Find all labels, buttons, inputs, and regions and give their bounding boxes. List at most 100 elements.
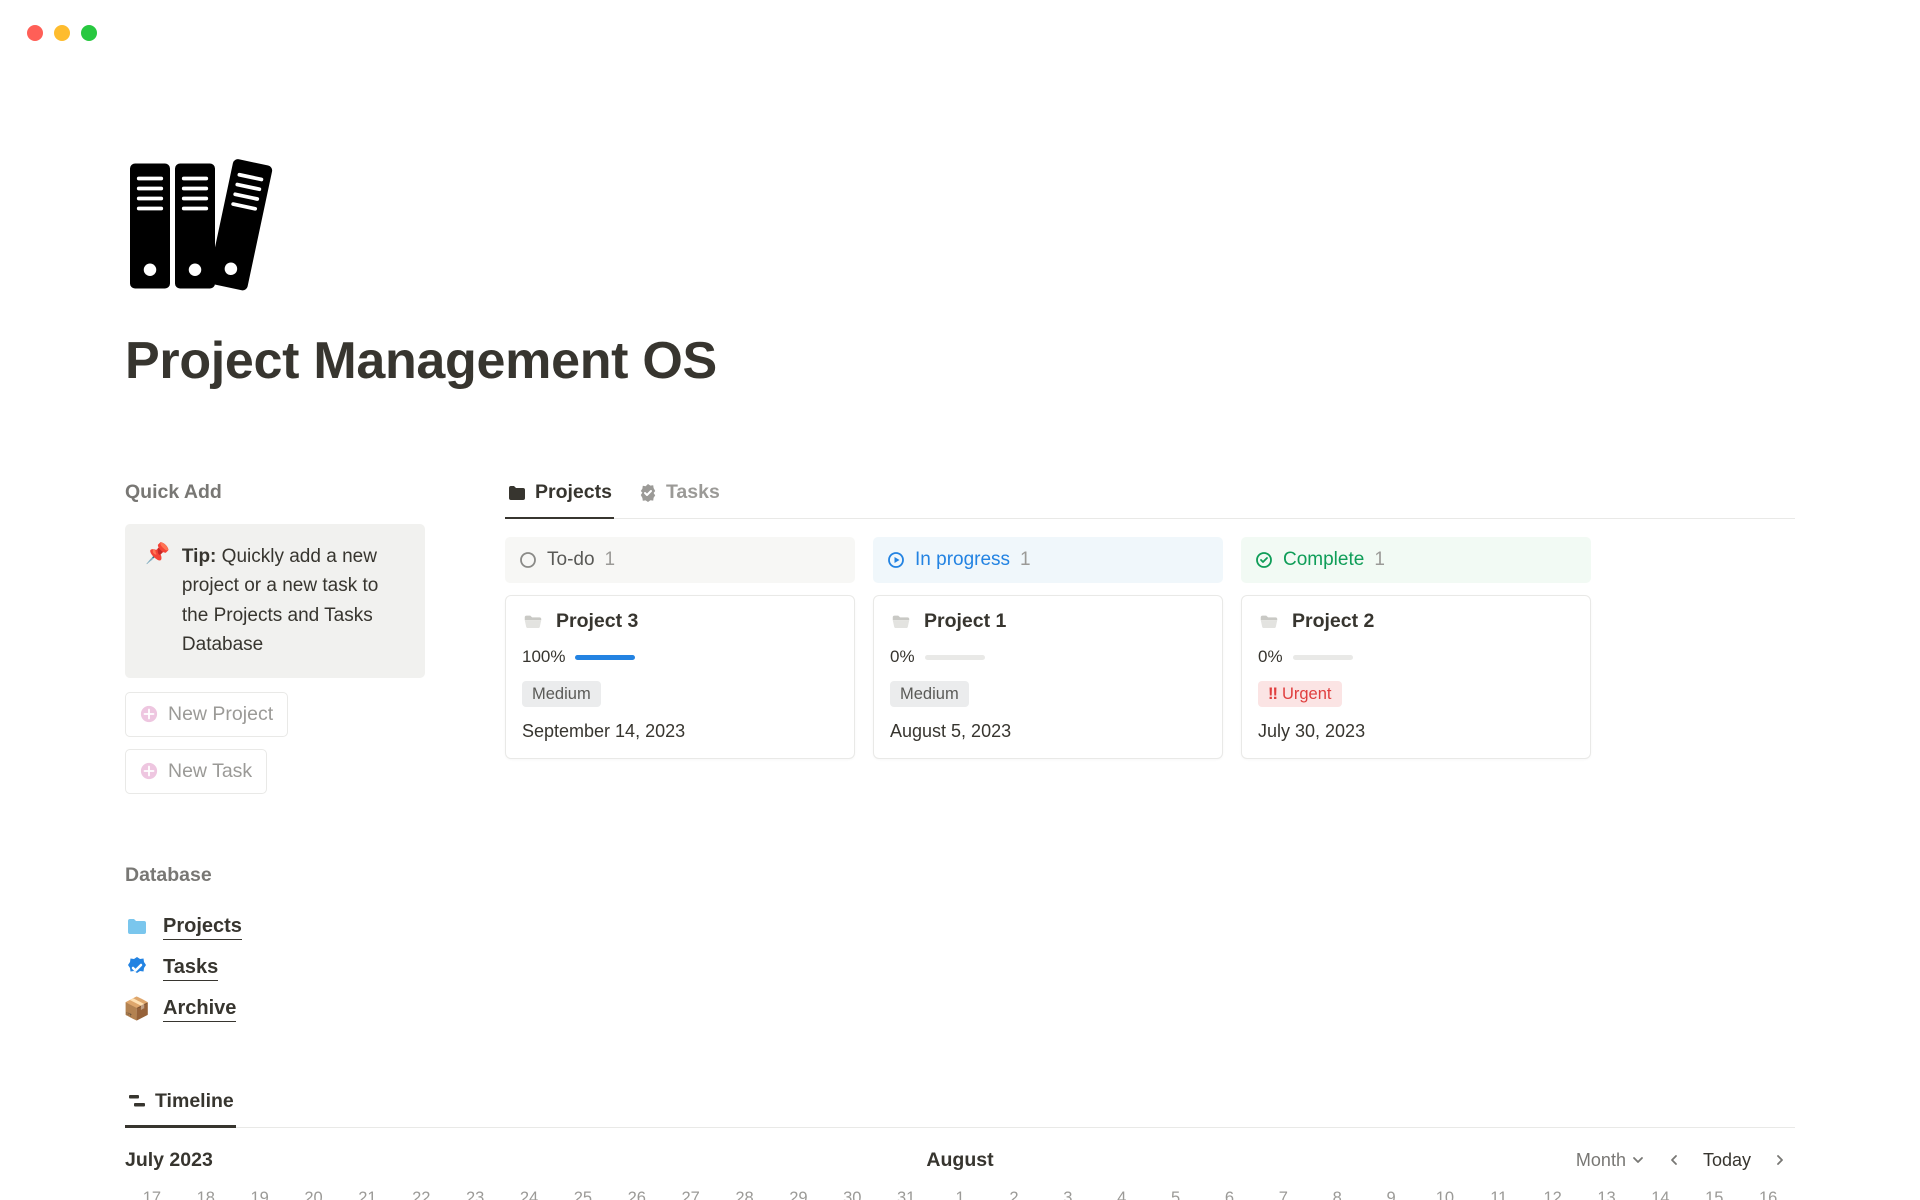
window-controls bbox=[0, 0, 1920, 41]
column-todo-label: To-do bbox=[547, 549, 595, 571]
database-link-archive[interactable]: 📦 Archive bbox=[125, 989, 425, 1030]
close-window-icon[interactable] bbox=[27, 25, 43, 41]
timeline-day[interactable]: 20 bbox=[287, 1189, 341, 1200]
timeline-day[interactable]: 21 bbox=[341, 1189, 395, 1200]
folder-solid-icon bbox=[507, 483, 527, 503]
chevron-right-icon bbox=[1773, 1153, 1787, 1167]
progress-bar bbox=[1293, 655, 1353, 660]
tip-text: Tip: Quickly add a new project or a new … bbox=[182, 542, 405, 660]
card-title: Project 2 bbox=[1292, 610, 1374, 633]
timeline-day[interactable]: 17 bbox=[125, 1189, 179, 1200]
timeline-day[interactable]: 9 bbox=[1364, 1189, 1418, 1200]
timeline-today-button[interactable]: Today bbox=[1695, 1146, 1759, 1175]
card-progress: 100% bbox=[522, 647, 838, 667]
progress-bar bbox=[925, 655, 985, 660]
tab-timeline[interactable]: Timeline bbox=[125, 1090, 236, 1127]
timeline-day[interactable]: 29 bbox=[772, 1189, 826, 1200]
folder-open-icon bbox=[890, 611, 912, 633]
main-content: Projects Tasks To-do 1 bbox=[505, 481, 1795, 1030]
timeline-header: July 2023 August Month Today bbox=[125, 1146, 1795, 1175]
card-project-1[interactable]: Project 1 0% Medium August 5, 2023 bbox=[873, 595, 1223, 759]
timeline-section: Timeline July 2023 August Month Today bbox=[125, 1090, 1795, 1200]
column-in-progress: In progress 1 Project 1 0% Medium bbox=[873, 537, 1223, 759]
play-circle-icon bbox=[887, 551, 905, 569]
timeline-view-label: Month bbox=[1576, 1150, 1626, 1171]
plus-circle-icon bbox=[140, 705, 158, 723]
timeline-day[interactable]: 22 bbox=[394, 1189, 448, 1200]
database-tasks-label: Tasks bbox=[163, 956, 218, 981]
card-date: August 5, 2023 bbox=[890, 721, 1206, 742]
timeline-day[interactable]: 3 bbox=[1041, 1189, 1095, 1200]
quick-add-heading: Quick Add bbox=[125, 481, 425, 504]
pushpin-icon: 📌 bbox=[145, 542, 170, 566]
database-heading: Database bbox=[125, 864, 425, 887]
timeline-day[interactable]: 1 bbox=[933, 1189, 987, 1200]
column-todo-count: 1 bbox=[605, 549, 616, 571]
check-badge-grey-icon bbox=[638, 483, 658, 503]
card-date: September 14, 2023 bbox=[522, 721, 838, 742]
timeline-next-button[interactable] bbox=[1765, 1149, 1795, 1171]
timeline-day[interactable]: 18 bbox=[179, 1189, 233, 1200]
timeline-day[interactable]: 28 bbox=[718, 1189, 772, 1200]
plus-circle-icon bbox=[140, 762, 158, 780]
timeline-day[interactable]: 27 bbox=[664, 1189, 718, 1200]
timeline-day[interactable]: 26 bbox=[610, 1189, 664, 1200]
card-progress: 0% bbox=[890, 647, 1206, 667]
card-project-3[interactable]: Project 3 100% Medium September 14, 2023 bbox=[505, 595, 855, 759]
chevron-down-icon bbox=[1631, 1153, 1645, 1167]
timeline-day[interactable]: 24 bbox=[502, 1189, 556, 1200]
page-icon-binders[interactable] bbox=[125, 151, 1795, 306]
timeline-day[interactable]: 15 bbox=[1687, 1189, 1741, 1200]
timeline-prev-button[interactable] bbox=[1659, 1149, 1689, 1171]
tab-timeline-label: Timeline bbox=[155, 1090, 234, 1113]
timeline-day[interactable]: 23 bbox=[448, 1189, 502, 1200]
board-tabs: Projects Tasks bbox=[505, 481, 1795, 519]
folder-open-icon bbox=[1258, 611, 1280, 633]
database-link-projects[interactable]: Projects bbox=[125, 907, 425, 948]
timeline-day[interactable]: 11 bbox=[1472, 1189, 1526, 1200]
kanban-board: To-do 1 Project 3 100% Medium Se bbox=[505, 537, 1795, 759]
timeline-day[interactable]: 30 bbox=[825, 1189, 879, 1200]
database-link-tasks[interactable]: Tasks bbox=[125, 948, 425, 989]
timeline-day[interactable]: 7 bbox=[1256, 1189, 1310, 1200]
timeline-day[interactable]: 12 bbox=[1526, 1189, 1580, 1200]
column-complete: Complete 1 Project 2 0% Urgent J bbox=[1241, 537, 1591, 759]
timeline-today-label: Today bbox=[1703, 1150, 1751, 1171]
timeline-month-left: July 2023 bbox=[125, 1149, 213, 1172]
column-header-todo[interactable]: To-do 1 bbox=[505, 537, 855, 583]
timeline-day[interactable]: 5 bbox=[1149, 1189, 1203, 1200]
timeline-day[interactable]: 25 bbox=[556, 1189, 610, 1200]
priority-tag-medium: Medium bbox=[890, 681, 969, 707]
new-project-button[interactable]: New Project bbox=[125, 692, 288, 737]
column-header-in-progress[interactable]: In progress 1 bbox=[873, 537, 1223, 583]
box-icon: 📦 bbox=[125, 997, 149, 1021]
tab-projects[interactable]: Projects bbox=[505, 481, 614, 518]
minimize-window-icon[interactable] bbox=[54, 25, 70, 41]
new-project-label: New Project bbox=[168, 703, 273, 726]
column-complete-count: 1 bbox=[1374, 549, 1385, 571]
tab-tasks[interactable]: Tasks bbox=[636, 481, 722, 518]
tab-projects-label: Projects bbox=[535, 481, 612, 504]
timeline-day[interactable]: 16 bbox=[1741, 1189, 1795, 1200]
timeline-day[interactable]: 8 bbox=[1310, 1189, 1364, 1200]
maximize-window-icon[interactable] bbox=[81, 25, 97, 41]
timeline-day[interactable]: 13 bbox=[1580, 1189, 1634, 1200]
column-header-complete[interactable]: Complete 1 bbox=[1241, 537, 1591, 583]
card-progress: 0% bbox=[1258, 647, 1574, 667]
priority-tag-urgent: Urgent bbox=[1258, 681, 1342, 707]
page-title[interactable]: Project Management OS bbox=[125, 331, 1795, 391]
timeline-day[interactable]: 4 bbox=[1095, 1189, 1149, 1200]
circle-empty-icon bbox=[519, 551, 537, 569]
tab-tasks-label: Tasks bbox=[666, 481, 720, 504]
timeline-day[interactable]: 6 bbox=[1203, 1189, 1257, 1200]
new-task-button[interactable]: New Task bbox=[125, 749, 267, 794]
timeline-day[interactable]: 14 bbox=[1634, 1189, 1688, 1200]
card-project-2[interactable]: Project 2 0% Urgent July 30, 2023 bbox=[1241, 595, 1591, 759]
timeline-day[interactable]: 10 bbox=[1418, 1189, 1472, 1200]
timeline-day[interactable]: 31 bbox=[879, 1189, 933, 1200]
column-complete-label: Complete bbox=[1283, 549, 1364, 571]
timeline-day[interactable]: 2 bbox=[987, 1189, 1041, 1200]
timeline-icon bbox=[127, 1091, 147, 1111]
timeline-view-dropdown[interactable]: Month bbox=[1568, 1146, 1653, 1175]
timeline-day[interactable]: 19 bbox=[233, 1189, 287, 1200]
